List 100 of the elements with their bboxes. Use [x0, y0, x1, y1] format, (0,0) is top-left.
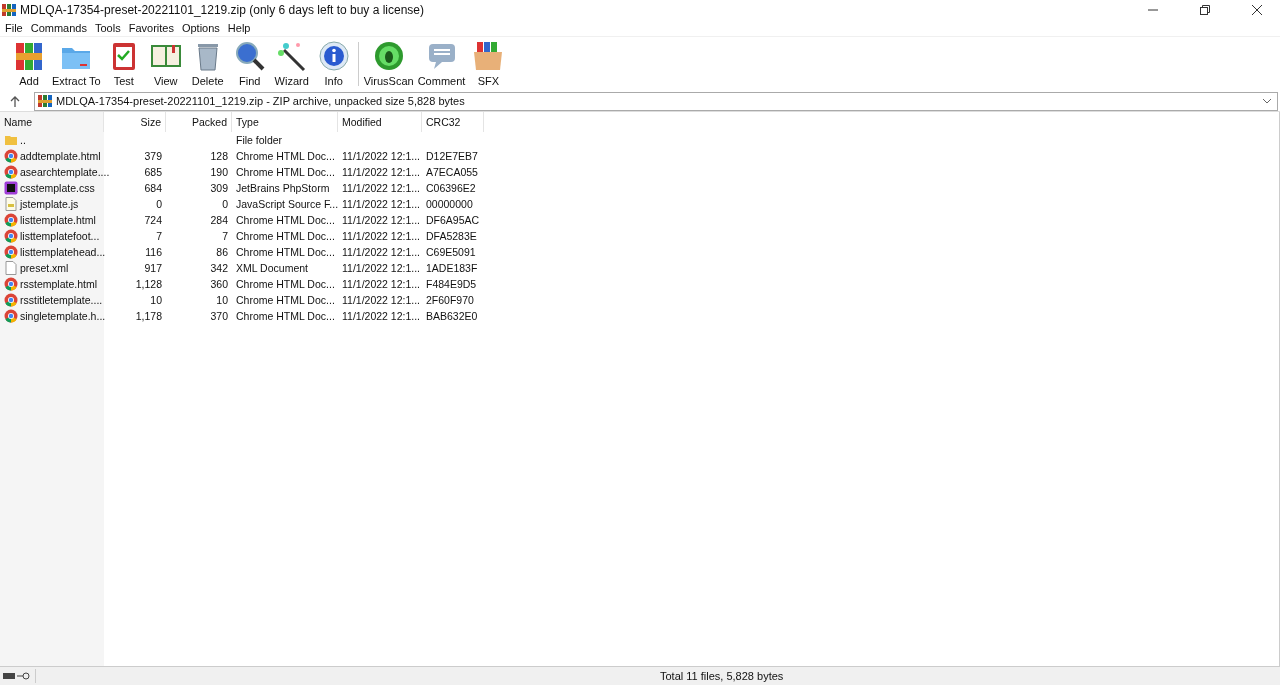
archive-books-icon: [2, 2, 16, 17]
table-cell: 190: [210, 166, 228, 178]
table-cell: 370: [210, 310, 228, 322]
table-cell: Chrome HTML Doc...: [236, 310, 335, 322]
table-cell: DFA5283E: [426, 230, 477, 242]
file-name[interactable]: listtemplate.html: [20, 214, 96, 226]
table-cell: Chrome HTML Doc...: [236, 278, 335, 290]
table-cell: 10: [216, 294, 228, 306]
file-icon: [4, 261, 18, 275]
dropdown-caret-icon[interactable]: [1263, 98, 1271, 104]
table-cell: 11/1/2022 12:1...: [342, 246, 421, 258]
script-file-icon: [4, 197, 18, 211]
menu-item[interactable]: Help: [227, 21, 251, 34]
menu-item[interactable]: Tools: [95, 21, 121, 34]
table-cell: 11/1/2022 12:1...: [342, 198, 421, 210]
toolbar-button[interactable]: Info: [312, 40, 355, 87]
table-cell: 11/1/2022 12:1...: [342, 150, 421, 162]
menu-item[interactable]: Commands: [30, 21, 87, 34]
column-header[interactable]: Name: [0, 112, 104, 132]
table-cell: 11/1/2022 12:1...: [342, 278, 421, 290]
file-name[interactable]: listtemplatehead...: [20, 246, 106, 258]
browser-logo-icon: [4, 149, 18, 163]
table-cell: Chrome HTML Doc...: [236, 214, 335, 226]
table-cell: 7: [156, 230, 162, 242]
status-text: Total 11 files, 5,828 bytes: [660, 670, 784, 682]
file-name[interactable]: rsstemplate.html: [20, 278, 98, 290]
toolbar-button[interactable]: Find: [228, 40, 271, 87]
table-cell: 2F60F970: [426, 294, 474, 306]
table-cell: 0: [222, 198, 228, 210]
file-name[interactable]: rsstitletemplate....: [20, 294, 103, 306]
table-cell: 11/1/2022 12:1...: [342, 166, 421, 178]
table-cell: Chrome HTML Doc...: [236, 294, 335, 306]
table-cell: 7: [222, 230, 228, 242]
file-name[interactable]: csstemplate.css: [20, 182, 95, 194]
column-header[interactable]: Packed: [166, 112, 232, 132]
browser-logo-icon: [4, 245, 18, 259]
column-header[interactable]: CRC32: [422, 112, 484, 132]
browser-logo-icon: [4, 293, 18, 307]
toolbar-button[interactable]: VirusScan: [361, 40, 416, 87]
column-header[interactable]: Modified: [338, 112, 422, 132]
table-cell: 309: [210, 182, 228, 194]
table-cell: 724: [144, 214, 162, 226]
table-cell: Chrome HTML Doc...: [236, 246, 335, 258]
search-icon: [233, 40, 266, 72]
table-cell: Chrome HTML Doc...: [236, 150, 335, 162]
table-cell: 11/1/2022 12:1...: [342, 294, 421, 306]
table-cell: F484E9D5: [426, 278, 477, 290]
archive-books-icon: [38, 94, 52, 108]
table-cell: File folder: [236, 134, 283, 146]
file-name[interactable]: listtemplatefoot...: [20, 230, 100, 242]
table-cell: 685: [144, 166, 162, 178]
table-cell: 342: [210, 262, 228, 274]
table-cell: 116: [145, 246, 162, 258]
menu-item[interactable]: Options: [181, 21, 220, 34]
table-cell: 128: [210, 150, 228, 162]
toolbar-button[interactable]: Wizard: [270, 40, 313, 87]
table-cell: JetBrains PhpStorm: [236, 182, 330, 194]
file-name[interactable]: asearchtemplate....: [20, 166, 110, 178]
table-cell: A7ECA055: [426, 166, 478, 178]
file-name[interactable]: singletemplate.h...: [20, 310, 106, 322]
toolbar-button[interactable]: Add: [8, 40, 50, 87]
toolbar-button[interactable]: Extract To: [50, 40, 103, 87]
table-cell: 11/1/2022 12:1...: [342, 214, 421, 226]
table-cell: 1ADE183F: [426, 262, 478, 274]
toolbar-button[interactable]: Test: [102, 40, 145, 87]
table-cell: 917: [144, 262, 162, 274]
table-cell: 1,128: [135, 278, 162, 290]
file-name[interactable]: preset.xml: [20, 262, 69, 274]
books-icon: [13, 40, 45, 72]
browser-logo-icon: [4, 165, 18, 179]
toolbar-button[interactable]: View: [144, 40, 187, 87]
table-cell: 379: [144, 150, 162, 162]
restore-icon[interactable]: [1200, 4, 1210, 15]
toolbar-button[interactable]: SFX: [467, 40, 510, 87]
table-cell: Chrome HTML Doc...: [236, 166, 335, 178]
column-header[interactable]: Size: [104, 112, 166, 132]
column-header[interactable]: Type: [232, 112, 338, 132]
menu-item[interactable]: File: [5, 21, 23, 34]
menu-item[interactable]: Favorites: [128, 21, 174, 34]
toolbar-button[interactable]: Delete: [186, 40, 229, 87]
folder-icon: [4, 133, 18, 147]
browser-logo-icon: [4, 309, 18, 323]
table-cell: JavaScript Source F...: [236, 198, 339, 210]
file-name[interactable]: addtemplate.html: [20, 150, 101, 162]
browser-logo-icon: [4, 213, 18, 227]
table-cell: 00000000: [426, 198, 473, 210]
table-cell: C69E5091: [426, 246, 476, 258]
table-cell: 11/1/2022 12:1...: [342, 230, 421, 242]
file-name[interactable]: ..: [20, 134, 26, 146]
file-name[interactable]: jstemplate.js: [20, 198, 79, 210]
window-title: MDLQA-17354-preset-20221101_1219.zip (only 6 days left to buy a license): [20, 2, 424, 17]
table-cell: DF6A95AC: [426, 214, 480, 226]
drive-key-icon: [3, 671, 31, 681]
toolbar-button[interactable]: Comment: [415, 40, 468, 87]
table-cell: 10: [150, 294, 162, 306]
address-field[interactable]: MDLQA-17354-preset-20221101_1219.zip - ZIP archive, unpacked size 5,828 bytes: [34, 91, 1278, 111]
info-icon: [317, 40, 350, 72]
up-arrow-icon[interactable]: [10, 95, 20, 107]
magic-wand-icon: [275, 40, 308, 72]
close-icon[interactable]: [1252, 4, 1262, 15]
